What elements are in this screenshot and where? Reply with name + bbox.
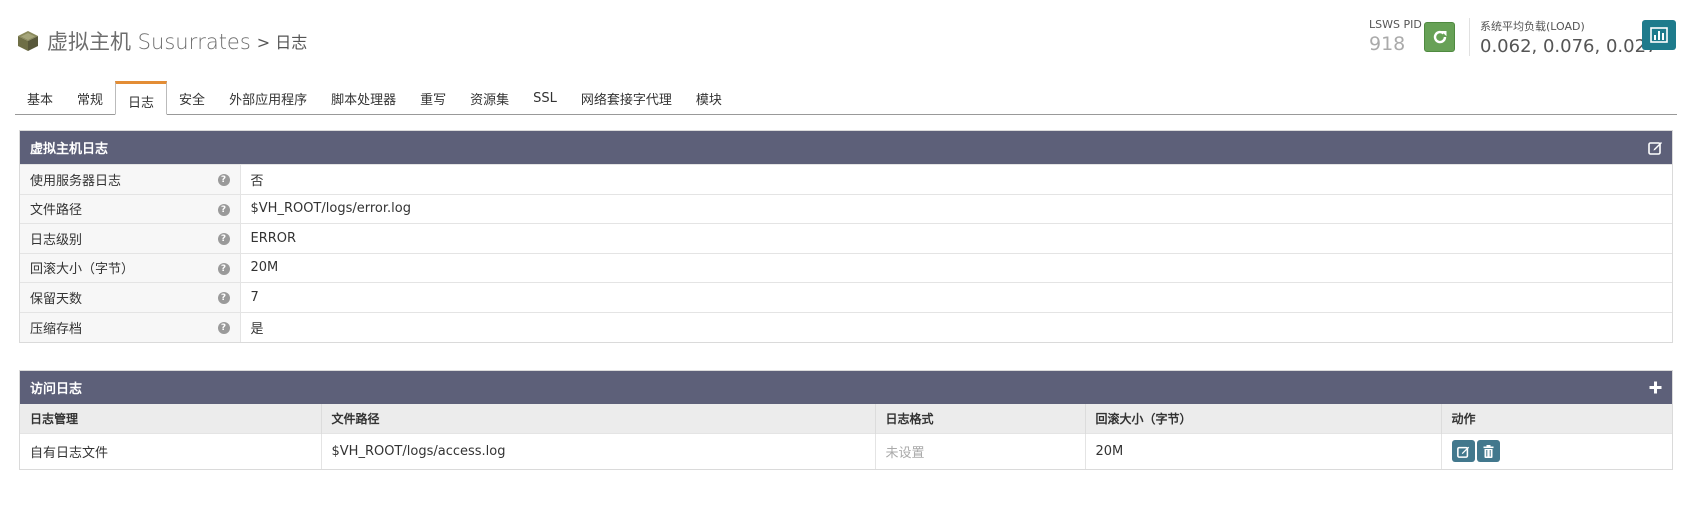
load-label: 系统平均负载(LOAD) [1480, 20, 1585, 33]
tab-security[interactable]: 安全 [167, 82, 217, 114]
tab-script-handler[interactable]: 脚本处理器 [319, 82, 408, 114]
pid-value: 918 [1369, 33, 1406, 55]
vhost-log-panel: 虚拟主机日志 使用服务器日志? 否 文件路径? $VH_ROOT/logs/er… [19, 130, 1673, 343]
column-header: 动作 [1441, 404, 1672, 433]
breadcrumb-separator: > [256, 33, 271, 52]
tab-bar: 基本 常规 日志 安全 外部应用程序 脚本处理器 重写 资源集 SSL 网络套接… [15, 81, 1677, 115]
row-value: ERROR [240, 223, 1672, 253]
help-icon[interactable]: ? [217, 233, 230, 245]
log-manage-cell: 自有日志文件 [20, 432, 322, 469]
row-value: 7 [240, 282, 1672, 312]
tab-external-app[interactable]: 外部应用程序 [217, 82, 319, 114]
tab-context[interactable]: 资源集 [458, 82, 521, 114]
row-label: 保留天数 [30, 291, 83, 307]
cube-icon [18, 31, 38, 51]
help-icon[interactable]: ? [217, 203, 230, 216]
vhost-log-table: 使用服务器日志? 否 文件路径? $VH_ROOT/logs/error.log… [20, 164, 1672, 342]
edit-icon[interactable] [1648, 140, 1663, 155]
row-value: $VH_ROOT/logs/error.log [240, 193, 1672, 224]
access-log-title: 访问日志 [30, 382, 83, 397]
table-row: 日志级别? ERROR [20, 223, 1672, 253]
actions-cell [1441, 432, 1672, 469]
column-header: 文件路径 [321, 404, 876, 433]
status-divider [1469, 18, 1470, 56]
tab-websocket-proxy[interactable]: 网络套接字代理 [569, 82, 684, 114]
real-time-stats-button[interactable] [1642, 20, 1676, 50]
restart-button[interactable] [1424, 22, 1455, 52]
breadcrumb: > 日志 [257, 29, 308, 53]
table-row: 文件路径? $VH_ROOT/logs/error.log [20, 193, 1672, 224]
file-path-cell: $VH_ROOT/logs/access.log [321, 432, 876, 469]
table-row: 使用服务器日志? 否 [20, 164, 1672, 194]
load-status: 系统平均负载(LOAD) 0.062, 0.076, 0.027 [1480, 18, 1657, 57]
edit-row-button[interactable] [1451, 440, 1475, 463]
row-value: 是 [240, 311, 1672, 342]
column-header: 回滚大小（字节） [1085, 404, 1442, 433]
access-log-table: 日志管理 文件路径 日志格式 回滚大小（字节） 动作 自有日志文件 $VH_RO… [20, 404, 1672, 469]
row-label: 压缩存档 [30, 321, 83, 337]
table-header-row: 日志管理 文件路径 日志格式 回滚大小（字节） 动作 [20, 404, 1672, 433]
tab-general[interactable]: 常规 [65, 82, 115, 114]
trash-icon [1483, 444, 1493, 458]
row-value: 20M [240, 252, 1672, 283]
table-row: 回滚大小（字节）? 20M [20, 252, 1672, 283]
column-header: 日志管理 [20, 404, 322, 433]
page-header: 虚拟主机 Susurrates > 日志 [17, 24, 307, 58]
load-value: 0.062, 0.076, 0.027 [1480, 36, 1658, 57]
log-format-cell: 未设置 [875, 432, 1086, 469]
vhost-log-panel-header: 虚拟主机日志 [20, 131, 1672, 164]
row-label: 文件路径 [30, 203, 83, 219]
breadcrumb-current: 日志 [275, 33, 308, 52]
help-icon[interactable]: ? [217, 321, 230, 334]
pid-label: LSWS PID [1369, 18, 1422, 31]
row-label: 回滚大小（字节） [30, 262, 135, 278]
page-title: 虚拟主机 Susurrates [47, 30, 251, 54]
vhost-log-title: 虚拟主机日志 [30, 142, 109, 157]
help-icon[interactable]: ? [217, 292, 230, 304]
row-label: 日志级别 [30, 232, 83, 248]
row-label: 使用服务器日志 [30, 173, 122, 189]
edit-icon [1456, 446, 1469, 458]
tab-modules[interactable]: 模块 [684, 82, 734, 114]
help-icon[interactable]: ? [217, 174, 230, 186]
tab-rewrite[interactable]: 重写 [408, 82, 458, 114]
tab-log[interactable]: 日志 [115, 81, 168, 115]
table-row: 保留天数? 7 [20, 282, 1672, 312]
refresh-icon [1433, 30, 1446, 44]
table-row: 压缩存档? 是 [20, 311, 1672, 342]
column-header: 日志格式 [875, 404, 1086, 433]
help-icon[interactable]: ? [217, 262, 230, 275]
rollsize-cell: 20M [1085, 432, 1442, 469]
pid-status: LSWS PID 918 [1369, 18, 1422, 55]
row-value: 否 [240, 164, 1672, 194]
access-log-panel-header: 访问日志 [20, 371, 1672, 404]
access-log-panel: 访问日志 日志管理 文件路径 日志格式 回滚大小（字节） 动作 自有日志文件 $… [19, 370, 1673, 470]
bar-chart-icon [1650, 27, 1668, 43]
tab-basic[interactable]: 基本 [15, 82, 65, 114]
table-row: 自有日志文件 $VH_ROOT/logs/access.log 未设置 20M [20, 432, 1672, 469]
tab-ssl[interactable]: SSL [521, 82, 569, 114]
delete-row-button[interactable] [1476, 440, 1500, 463]
add-icon[interactable] [1648, 380, 1663, 395]
